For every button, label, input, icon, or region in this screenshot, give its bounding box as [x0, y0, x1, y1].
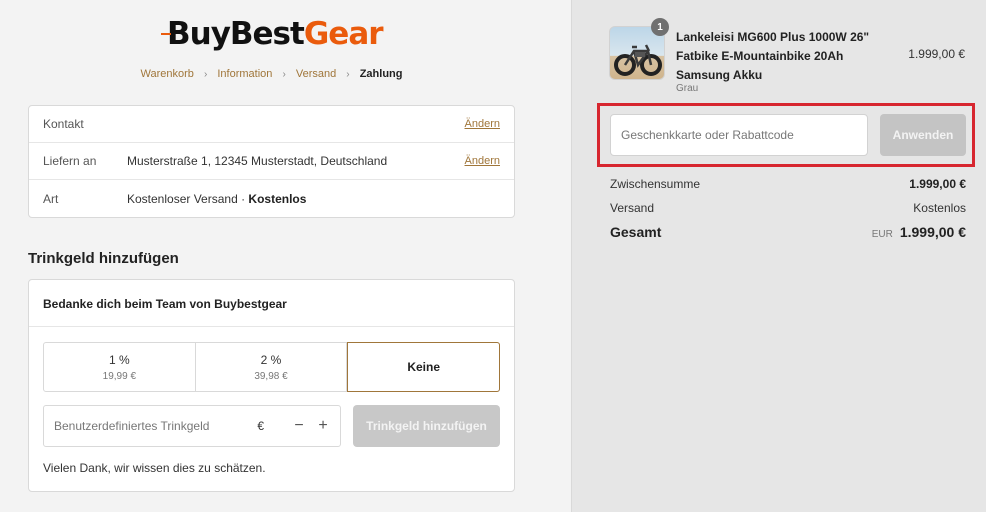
shipping-row: Versand Kostenlos [610, 201, 966, 215]
tip-option-2-percent[interactable]: 2 % 39,98 € [196, 343, 348, 391]
logo-text-part2: Gear [303, 16, 384, 52]
apply-discount-button[interactable]: Anwenden [880, 114, 966, 156]
breadcrumb-payment: Zahlung [359, 68, 403, 80]
shipping-value: Kostenlos [913, 201, 966, 215]
tip-heading: Trinkgeld hinzufügen [28, 250, 179, 267]
product-name: Lankeleisi MG600 Plus 1000W 26" Fatbike … [676, 30, 870, 82]
currency-symbol: € [257, 419, 264, 433]
total-row: Gesamt EUR 1.999,00 € [610, 224, 966, 240]
tip-options: 1 % 19,99 € 2 % 39,98 € Keine [43, 342, 501, 392]
change-address-link[interactable]: Ändern [465, 155, 500, 167]
subtotal-label: Zwischensumme [610, 177, 701, 191]
checkout-main: BuyBestGear Warenkorb › Information › Ve… [0, 0, 571, 512]
tip-option-1-percent[interactable]: 1 % 19,99 € [44, 343, 196, 391]
review-label-contact: Kontakt [43, 117, 84, 131]
discount-code-input[interactable]: Geschenkkarte oder Rabattcode [610, 114, 868, 156]
minus-icon[interactable]: − [292, 417, 306, 435]
review-row-method: Art Kostenloser Versand · Kostenlos [29, 180, 514, 217]
logo-swoosh [161, 33, 171, 35]
tip-box: Bedanke dich beim Team von Buybestgear 1… [28, 279, 515, 492]
tip-box-title: Bedanke dich beim Team von Buybestgear [43, 297, 287, 311]
subtotal-row: Zwischensumme 1.999,00 € [610, 177, 966, 191]
tip-thanks-text: Vielen Dank, wir wissen dies zu schätzen… [43, 461, 266, 475]
review-label-address: Liefern an [43, 154, 97, 168]
total-label: Gesamt [610, 224, 662, 240]
breadcrumb-chevron-icon: › [282, 69, 286, 80]
product-price: 1.999,00 € [908, 47, 965, 61]
tip-option-none[interactable]: Keine [347, 342, 501, 392]
quantity-badge: 1 [651, 18, 669, 36]
review-row-address: Liefern an Musterstraße 1, 12345 Musters… [29, 143, 514, 180]
review-box: Kontakt Ändern Liefern an Musterstraße 1… [28, 105, 515, 218]
review-value-address: Musterstraße 1, 12345 Musterstadt, Deuts… [127, 154, 388, 168]
breadcrumb-chevron-icon: › [203, 69, 208, 80]
breadcrumb-shipping[interactable]: Versand [296, 68, 336, 80]
divider [29, 326, 514, 327]
logo-text-part1: BuyBest [167, 16, 305, 52]
order-summary: 1 Lankeleisi MG600 Plus 1000W 26" Fatbik… [571, 0, 986, 512]
custom-tip-input[interactable]: Benutzerdefiniertes Trinkgeld € − + [43, 405, 341, 447]
discount-placeholder: Geschenkkarte oder Rabattcode [621, 128, 794, 142]
breadcrumb-chevron-icon: › [346, 69, 350, 80]
shipping-cost-text: Kostenlos [248, 191, 307, 206]
add-tip-button[interactable]: Trinkgeld hinzufügen [353, 405, 500, 447]
shipping-label: Versand [610, 201, 655, 215]
change-contact-link[interactable]: Ändern [465, 118, 500, 130]
subtotal-value: 1.999,00 € [909, 177, 966, 191]
plus-icon[interactable]: + [316, 417, 330, 435]
total-currency: EUR [871, 229, 893, 240]
review-label-method: Art [43, 191, 59, 206]
review-row-contact: Kontakt Ändern [29, 106, 514, 143]
breadcrumb: Warenkorb › Information › Versand › Zahl… [0, 68, 543, 80]
custom-tip-placeholder: Benutzerdefiniertes Trinkgeld [54, 419, 210, 433]
breadcrumb-cart[interactable]: Warenkorb [141, 68, 194, 80]
total-value: 1.999,00 € [899, 224, 966, 240]
breadcrumb-information[interactable]: Information [217, 68, 272, 80]
product-variant: Grau [676, 83, 699, 94]
store-logo[interactable]: BuyBestGear [161, 14, 384, 54]
review-value-method: Kostenloser Versand · Kostenlos [127, 191, 307, 206]
